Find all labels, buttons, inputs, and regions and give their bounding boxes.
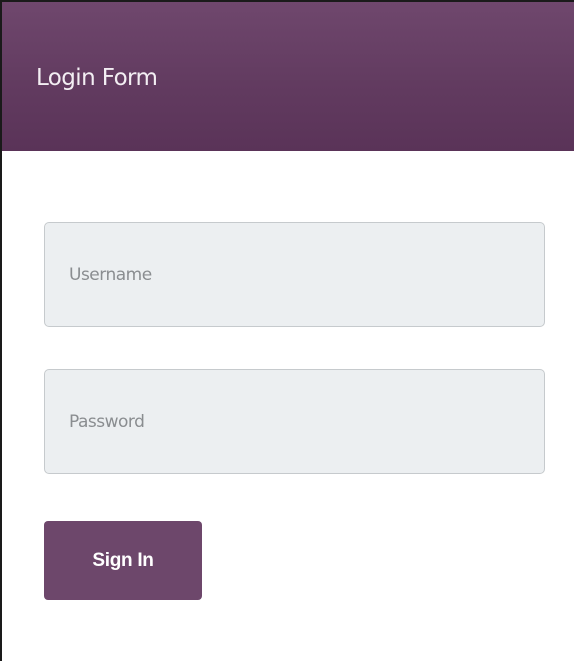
username-field-wrapper [44,222,545,327]
form-header: Login Form [2,2,574,151]
form-body: Sign In [2,151,574,661]
password-input[interactable] [45,370,544,473]
password-field-wrapper [44,369,545,474]
form-title: Login Form [36,65,158,91]
sign-in-button[interactable]: Sign In [44,521,202,600]
login-form-panel: Login Form Sign In [0,0,574,661]
username-input[interactable] [45,223,544,326]
